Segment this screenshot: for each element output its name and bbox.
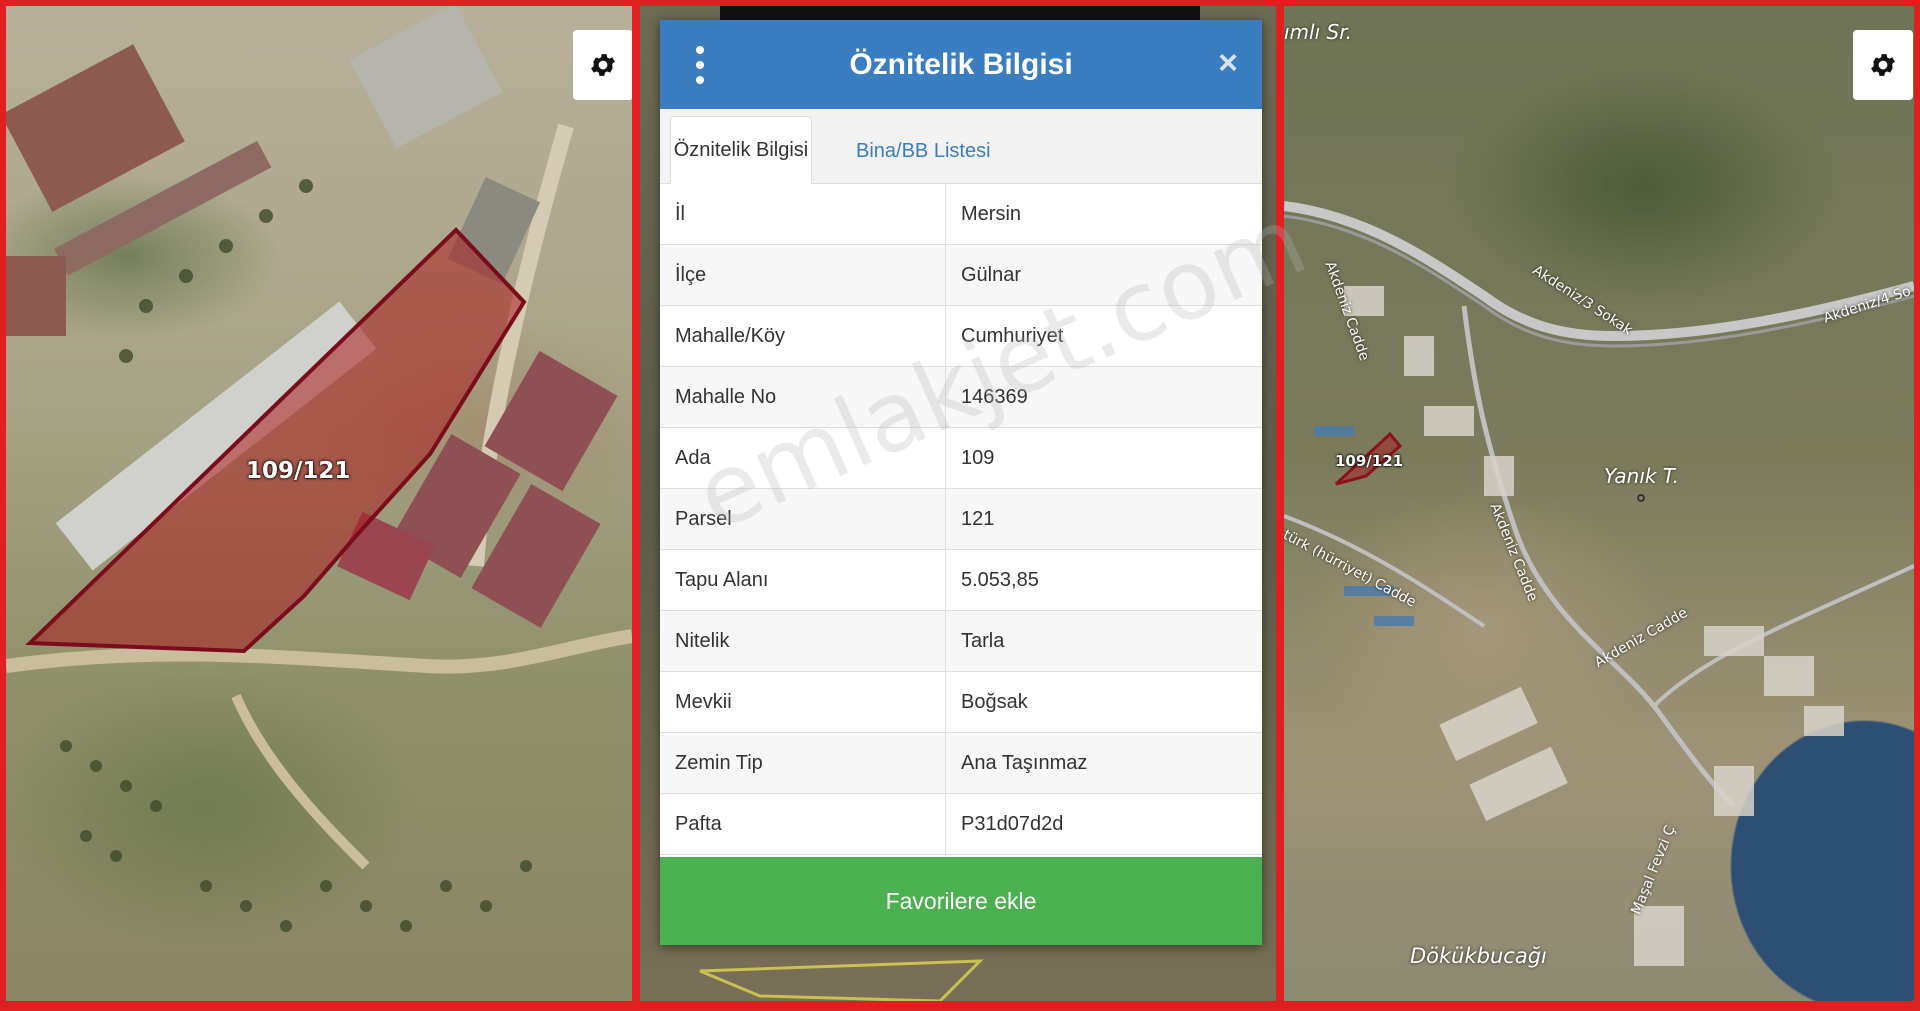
table-row: Mahalle No 146369 <box>660 366 1262 428</box>
attribute-key: Ada <box>660 427 946 489</box>
gear-icon <box>591 54 615 76</box>
settings-button-left[interactable] <box>573 30 632 100</box>
gear-icon <box>1871 54 1895 76</box>
attribute-key: İlçe <box>660 244 946 306</box>
attribute-key: Mahalle No <box>660 366 946 428</box>
dialog-title: Öznitelik Bilgisi <box>849 47 1073 81</box>
attribute-value: 121 <box>945 488 1262 550</box>
attribute-value: Ana Taşınmaz <box>945 732 1262 794</box>
settings-button-right[interactable] <box>1853 30 1913 100</box>
attribute-value: Boğsak <box>945 671 1262 733</box>
dialog-tabs: Öznitelik Bilgisi Bina/BB Listesi <box>660 109 1262 184</box>
map-left-imagery <box>6 6 632 932</box>
attribute-value: 5.053,85 <box>945 549 1262 611</box>
attribute-value: Cumhuriyet <box>945 305 1262 367</box>
map-right[interactable]: 109/121 ımlı Sr. Yanık T. Dökükbucağı Ak… <box>1284 6 1914 1001</box>
attribute-key: Mahalle/Köy <box>660 305 946 367</box>
map-left[interactable]: 109/121 <box>6 6 632 1001</box>
parcel-label-right: 109/121 <box>1335 452 1404 470</box>
attribute-key: Pafta <box>660 793 946 855</box>
table-row: Nitelik Tarla <box>660 610 1262 672</box>
map-right-imagery <box>1284 201 1914 966</box>
table-row: Mevkii Boğsak <box>660 671 1262 733</box>
attribute-key: İl <box>660 184 946 245</box>
attribute-value: Gülnar <box>945 244 1262 306</box>
add-to-favorites-button[interactable]: Favorilere ekle <box>660 857 1262 945</box>
attribute-value: 146369 <box>945 366 1262 428</box>
attribute-table: İl Mersin İlçe Gülnar Mahalle/Köy Cumhuriye… <box>660 184 1262 855</box>
attribute-value: 109 <box>945 427 1262 489</box>
attribute-key: Parsel <box>660 488 946 550</box>
kebab-menu-icon[interactable] <box>690 46 710 84</box>
table-row: Pafta P31d07d2d <box>660 793 1262 855</box>
table-row: Tapu Alanı 5.053,85 <box>660 549 1262 611</box>
attribute-value: Tarla <box>945 610 1262 672</box>
place-label: ımlı Sr. <box>1284 20 1352 44</box>
table-row: İlçe Gülnar <box>660 244 1262 306</box>
attribute-value: Mersin <box>945 184 1262 245</box>
attribute-key: Nitelik <box>660 610 946 672</box>
parcel-label-left: 109/121 <box>246 458 351 484</box>
attribute-value: P31d07d2d <box>945 793 1262 855</box>
attribute-key: Tapu Alanı <box>660 549 946 611</box>
table-row: Parsel 121 <box>660 488 1262 550</box>
table-row: Ada 109 <box>660 427 1262 489</box>
dialog-header: Öznitelik Bilgisi × <box>660 20 1262 109</box>
place-label: Dökükbucağı <box>1410 944 1547 968</box>
table-row: Zemin Tip Ana Taşınmaz <box>660 732 1262 794</box>
table-row: Mahalle/Köy Cumhuriyet <box>660 305 1262 367</box>
table-row: İl Mersin <box>660 184 1262 245</box>
attribute-info-dialog: Öznitelik Bilgisi × Öznitelik Bilgisi Bi… <box>660 20 1262 945</box>
tab-attribute-info[interactable]: Öznitelik Bilgisi <box>670 116 812 184</box>
attribute-key: Zemin Tip <box>660 732 946 794</box>
tab-building-list[interactable]: Bina/BB Listesi <box>856 118 991 184</box>
attribute-key: Mevkii <box>660 671 946 733</box>
close-icon[interactable]: × <box>1218 46 1238 80</box>
place-label: Yanık T. <box>1604 464 1680 488</box>
